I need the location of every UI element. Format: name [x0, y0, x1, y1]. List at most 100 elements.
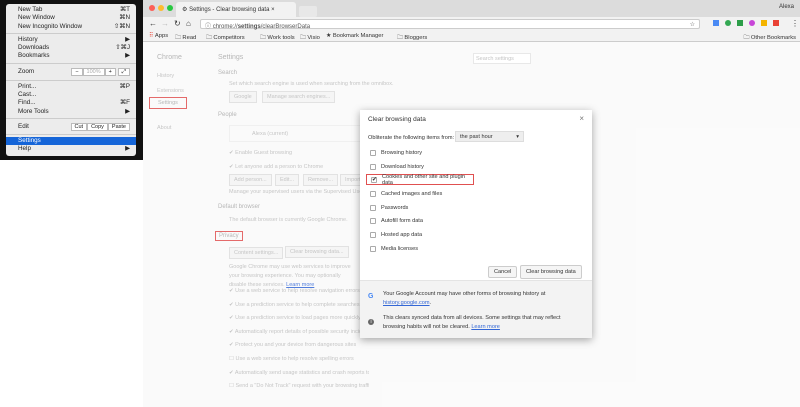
menu-item-zoom: Zoom −100% + ⤢ [6, 66, 136, 78]
menu-item-downloads[interactable]: Downloads ⇧⌘J [6, 44, 136, 52]
menu-item-bookmarks[interactable]: Bookmarks ▶ [6, 52, 136, 60]
menu-item-print[interactable]: Print... ⌘P [6, 83, 136, 91]
menu-item-find[interactable]: Find... ⌘F [6, 99, 136, 107]
extension-icon[interactable] [737, 20, 743, 26]
checkbox-row[interactable]: ✔ Cookies and other site and plugin data [366, 174, 474, 186]
shortcut: ⌘P [119, 82, 131, 90]
text: . [429, 300, 432, 306]
menu-item-history[interactable]: History ▶ [6, 36, 136, 44]
checkbox[interactable] [370, 245, 376, 252]
checkbox-row[interactable]: Media licenses [360, 242, 592, 256]
close-icon[interactable]: × [579, 114, 584, 123]
shortcut: ⇧⌘J [115, 44, 130, 52]
url-host: settings [237, 24, 261, 30]
checkbox-row[interactable]: Autofill form data [360, 214, 592, 228]
confirm-clear-button[interactable]: Clear browsing data [520, 265, 582, 279]
label: Passwords [381, 204, 409, 211]
tab-settings[interactable]: ⚙ Settings - Clear browsing data × [176, 2, 296, 17]
menu-item-settings[interactable]: Settings [6, 136, 136, 146]
chevron-right-icon: ▶ [125, 35, 130, 43]
label: New Incognito Window [18, 22, 83, 30]
cancel-button[interactable]: Cancel [488, 266, 518, 278]
bookmark-manager[interactable]: ★ Bookmark Manager [326, 33, 383, 39]
checkbox-row[interactable]: Passwords [360, 201, 592, 215]
maximize-window-button[interactable] [167, 5, 173, 11]
label: Visio [307, 35, 320, 41]
checkbox[interactable] [370, 163, 376, 170]
copy-button[interactable]: Copy [87, 122, 108, 131]
more-icon[interactable]: ⋮ [791, 19, 799, 28]
drive-icon[interactable] [761, 20, 767, 26]
menu-item-new-tab[interactable]: New Tab ⌘T [6, 6, 136, 14]
google-icon: G [368, 293, 374, 300]
label: Media licenses [381, 245, 418, 252]
paste-button[interactable]: Paste [107, 122, 130, 131]
label: Other Bookmarks [750, 35, 796, 41]
new-tab-button[interactable] [299, 6, 317, 17]
toolbar: ← → ↻ ⌂ ⓘ chrome://settings/clearBrowser… [143, 17, 800, 31]
chevron-right-icon: ▶ [125, 145, 130, 153]
label: New Tab [18, 6, 43, 13]
bookmark-apps[interactable]: ⠿ Apps [149, 33, 168, 39]
fullscreen-icon[interactable]: ⤢ [117, 67, 130, 76]
divider [6, 79, 136, 81]
label: Zoom [18, 67, 35, 75]
close-window-button[interactable] [149, 5, 155, 11]
label: Autofill form data [381, 218, 423, 225]
learn-more-link[interactable]: Learn more [471, 324, 500, 330]
chevron-right-icon: ▶ [125, 52, 130, 60]
menu-item-help[interactable]: Help ▶ [6, 145, 136, 153]
profile-name[interactable]: Alexa [779, 4, 794, 10]
home-icon[interactable]: ⌂ [186, 19, 191, 28]
checkbox-row[interactable]: Download history [360, 160, 592, 174]
checkbox-row[interactable]: Cached images and files [360, 187, 592, 201]
star-icon[interactable]: ☆ [690, 21, 695, 28]
label: Cast... [18, 91, 37, 99]
minimize-window-button[interactable] [158, 5, 164, 11]
divider [6, 117, 136, 119]
tab-close-button[interactable]: × [271, 7, 275, 13]
forward-icon[interactable]: → [161, 19, 169, 28]
reload-icon[interactable]: ↻ [174, 19, 181, 28]
menu-item-new-incognito[interactable]: New Incognito Window ⇧⌘N [6, 23, 136, 31]
label: Apps [154, 33, 169, 39]
divider [6, 62, 136, 64]
history-link[interactable]: history.google.com [383, 300, 430, 306]
label: Hosted app data [381, 231, 423, 238]
label: Work tools [267, 35, 295, 41]
label: Download history [381, 163, 424, 170]
checkbox-checked[interactable]: ✔ [371, 176, 377, 183]
extension-icon[interactable] [773, 20, 779, 26]
period-label: Obliterate the following items from: [368, 135, 455, 141]
clear-browsing-data-dialog: Clear browsing data × Obliterate the fol… [360, 110, 592, 338]
tab-title: Settings - Clear browsing data [189, 7, 270, 13]
checkbox[interactable] [370, 190, 376, 197]
shortcut: ⇧⌘N [113, 22, 130, 30]
extension-icon[interactable] [713, 20, 719, 26]
menu-item-more-tools[interactable]: More Tools ▶ [6, 108, 136, 116]
url-path: /clearBrowserData [260, 24, 311, 30]
zoom-in-button[interactable]: + [104, 67, 116, 76]
shortcut: ⌘F [119, 99, 130, 107]
dialog-title: Clear browsing data [368, 116, 426, 123]
checkbox[interactable] [370, 204, 376, 211]
label: History [18, 35, 38, 43]
data-type-list: Browsing history Download history ✔ Cookies… [360, 146, 592, 256]
zoom-out-button[interactable]: − [71, 67, 83, 76]
checkbox-row[interactable]: Hosted app data [360, 228, 592, 242]
label: Settings [18, 136, 41, 144]
period-select[interactable]: the past hour ▾ [455, 131, 524, 142]
checkbox[interactable] [370, 231, 376, 238]
extension-icon[interactable] [749, 20, 755, 26]
checkbox[interactable] [370, 149, 376, 156]
address-bar[interactable]: ⓘ chrome://settings/clearBrowserData ☆ [200, 19, 700, 30]
checkbox[interactable] [370, 218, 376, 225]
extension-icon[interactable] [725, 20, 731, 26]
cut-button[interactable]: Cut [70, 122, 88, 131]
back-icon[interactable]: ← [149, 19, 157, 28]
menu-item-cast[interactable]: Cast... [6, 91, 136, 99]
footer-sync-text: This clears synced data from all devices… [383, 314, 583, 332]
menu-item-new-window[interactable]: New Window ⌘N [6, 14, 136, 22]
shortcut: ⌘T [119, 6, 130, 13]
checkbox-row[interactable]: Browsing history [360, 146, 592, 160]
